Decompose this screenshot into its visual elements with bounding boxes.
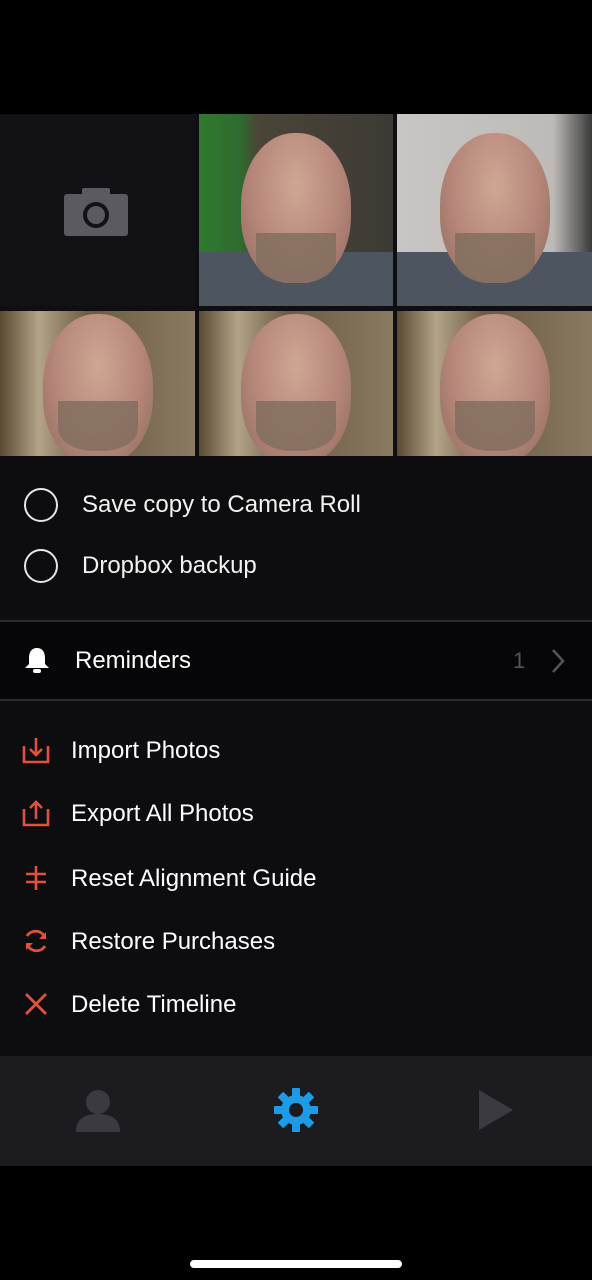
import-icon	[22, 738, 50, 764]
save-copy-radio[interactable]	[24, 488, 58, 522]
export-all-photos-label: Export All Photos	[71, 800, 254, 827]
import-photos-button[interactable]: Import Photos	[0, 728, 592, 772]
restore-purchases-button[interactable]: Restore Purchases	[0, 919, 592, 963]
alignment-icon	[26, 866, 46, 890]
chevron-right-icon	[552, 649, 565, 673]
dropbox-backup-option[interactable]: Dropbox backup	[24, 546, 257, 586]
bell-icon	[25, 648, 49, 673]
export-icon	[22, 800, 50, 827]
save-copy-label: Save copy to Camera Roll	[82, 491, 361, 518]
export-all-photos-button[interactable]: Export All Photos	[0, 791, 592, 835]
photo-grid	[0, 114, 592, 456]
play-icon[interactable]	[476, 1086, 516, 1134]
save-copy-option[interactable]: Save copy to Camera Roll	[24, 485, 361, 525]
tab-bar	[0, 1056, 592, 1166]
delete-timeline-label: Delete Timeline	[71, 991, 237, 1018]
reset-alignment-guide-button[interactable]: Reset Alignment Guide	[0, 856, 592, 900]
reset-alignment-guide-label: Reset Alignment Guide	[71, 865, 317, 892]
photo-thumbnail[interactable]	[397, 114, 592, 306]
refresh-icon	[25, 929, 47, 953]
profile-icon[interactable]	[74, 1086, 122, 1134]
camera-icon	[64, 188, 128, 236]
gear-icon[interactable]	[272, 1086, 320, 1134]
photo-thumbnail[interactable]	[199, 114, 393, 306]
reminders-count: 1	[513, 648, 526, 673]
dropbox-backup-label: Dropbox backup	[82, 552, 257, 579]
divider	[0, 699, 592, 701]
take-photo-button[interactable]	[0, 114, 195, 306]
restore-purchases-label: Restore Purchases	[71, 928, 276, 955]
photo-thumbnail[interactable]	[199, 311, 393, 456]
import-photos-label: Import Photos	[71, 737, 221, 764]
close-icon	[25, 993, 47, 1015]
reminders-row[interactable]: Reminders 1	[0, 622, 592, 700]
delete-timeline-button[interactable]: Delete Timeline	[0, 982, 592, 1026]
photo-thumbnail[interactable]	[397, 311, 592, 456]
home-indicator	[190, 1260, 402, 1268]
reminders-label: Reminders	[75, 647, 192, 674]
photo-thumbnail[interactable]	[0, 311, 195, 456]
dropbox-backup-radio[interactable]	[24, 549, 58, 583]
